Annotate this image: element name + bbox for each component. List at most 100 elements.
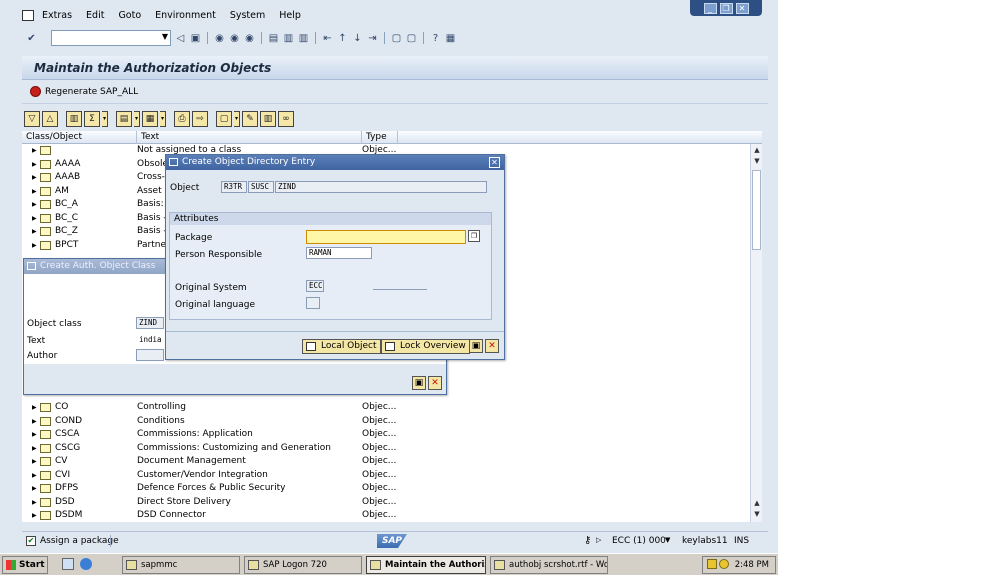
tree-row[interactable]: ▶ CSCG Commissions: Customizing and Genera… — [22, 442, 752, 456]
start-button[interactable]: Start — [2, 556, 48, 574]
expand-triangle-icon[interactable]: ▶ — [32, 401, 37, 415]
expand-triangle-icon[interactable]: ▶ — [32, 144, 37, 158]
cancel-icon[interactable]: ✕ — [428, 376, 442, 390]
assign-package-checkbox[interactable]: ✔ — [26, 536, 36, 546]
expand-triangle-icon[interactable]: ▶ — [32, 225, 37, 239]
chevron-down-icon[interactable]: ▼ — [665, 536, 670, 544]
menu-system[interactable]: System — [230, 10, 265, 21]
object-class-field[interactable]: ZIND — [136, 317, 164, 329]
information-icon[interactable]: ▣ — [469, 339, 483, 353]
menu-extras[interactable]: Extras — [42, 10, 72, 21]
value-help-icon[interactable]: ❐ — [468, 230, 480, 242]
expand-icon[interactable]: ▽ — [24, 111, 40, 127]
tree-row[interactable]: ▶ CVI Customer/Vendor Integration Objec... — [22, 469, 752, 483]
print-icon[interactable]: ⎙ — [174, 111, 190, 127]
show-desktop-icon[interactable] — [62, 558, 74, 570]
menu-help[interactable]: Help — [279, 10, 301, 21]
task-maintain-auth[interactable]: Maintain the Authoriz... — [366, 556, 486, 574]
export-icon[interactable]: ⇨ — [192, 111, 208, 127]
tree-row[interactable]: ▶ DFPS Defence Forces & Public Security Obj… — [22, 482, 752, 496]
save-icon[interactable]: ▣ — [412, 376, 426, 390]
expand-triangle-icon[interactable]: ▶ — [32, 428, 37, 442]
menu-edit[interactable]: Edit — [86, 10, 104, 21]
exit-icon[interactable]: ◉ — [229, 33, 240, 44]
previous-page-icon[interactable]: ↑ — [337, 33, 348, 44]
tree-row[interactable]: ▶ DSD Direct Store Delivery Objec... — [22, 496, 752, 510]
chevron-down-icon[interactable]: ▾ — [234, 111, 240, 127]
chevron-down-icon[interactable]: ▾ — [102, 111, 108, 127]
task-wordpad[interactable]: authobj scrshot.rtf - Wo... — [490, 556, 608, 574]
local-object-button[interactable]: Local Object — [302, 339, 381, 354]
shortcut-icon[interactable]: ▢ — [406, 33, 417, 44]
task-sap-logon[interactable]: SAP Logon 720 — [244, 556, 362, 574]
tree-row[interactable]: ▶ CV Document Management Objec... — [22, 455, 752, 469]
print-icon[interactable]: ▤ — [268, 33, 279, 44]
chevron-down-icon[interactable]: ▾ — [160, 111, 166, 127]
tree-row[interactable]: ▶ COND Conditions Objec... — [22, 415, 752, 429]
expand-triangle-icon[interactable]: ▶ — [32, 185, 37, 199]
tree-row[interactable]: ▶ DSDM DSD Connector Objec... — [22, 509, 752, 522]
vertical-scrollbar[interactable]: ▲ ▼ ▲ ▼ — [750, 144, 762, 522]
expand-triangle-icon[interactable]: ▶ — [32, 198, 37, 212]
last-page-icon[interactable]: ⇥ — [367, 33, 378, 44]
expand-status-icon[interactable]: ▷ — [596, 536, 601, 544]
expand-triangle-icon[interactable]: ▶ — [32, 442, 37, 456]
command-triangle-icon[interactable]: ◁ — [175, 33, 186, 44]
regenerate-button[interactable]: Regenerate SAP_ALL — [45, 87, 138, 97]
close-icon[interactable]: ✕ — [489, 157, 500, 168]
display-glasses-icon[interactable]: ∞ — [278, 111, 294, 127]
sum-icon[interactable]: Σ — [84, 111, 100, 127]
system-menu-icon[interactable] — [22, 9, 34, 21]
enter-check-icon[interactable]: ✔ — [26, 33, 37, 44]
layout-icon[interactable]: ▤ — [116, 111, 132, 127]
scroll-down-icon[interactable]: ▼ — [753, 510, 761, 518]
find-icon[interactable]: ▥ — [283, 33, 294, 44]
expand-triangle-icon[interactable]: ▶ — [32, 482, 37, 496]
cancel-icon[interactable]: ◉ — [244, 33, 255, 44]
warning-icon[interactable] — [719, 559, 729, 569]
column-header-class-object[interactable]: Class/Object — [22, 131, 137, 144]
expand-triangle-icon[interactable]: ▶ — [32, 455, 37, 469]
expand-triangle-icon[interactable]: ▶ — [32, 509, 37, 522]
help-icon[interactable]: ? — [430, 33, 441, 44]
find-next-icon[interactable]: ▥ — [298, 33, 309, 44]
first-page-icon[interactable]: ⇤ — [322, 33, 333, 44]
task-sapmmc[interactable]: sapmmc — [122, 556, 240, 574]
person-responsible-field[interactable]: RAMAN — [306, 247, 372, 259]
scroll-up-icon[interactable]: ▲ — [753, 146, 761, 154]
package-input[interactable] — [306, 230, 466, 244]
expand-triangle-icon[interactable]: ▶ — [32, 239, 37, 253]
create-icon[interactable]: ▢ — [216, 111, 232, 127]
expand-triangle-icon[interactable]: ▶ — [32, 496, 37, 510]
new-session-icon[interactable]: ▢ — [391, 33, 402, 44]
menu-environment[interactable]: Environment — [155, 10, 216, 21]
text-field[interactable]: india a — [136, 334, 164, 346]
expand-triangle-icon[interactable]: ▶ — [32, 415, 37, 429]
menu-goto[interactable]: Goto — [118, 10, 141, 21]
column-header-type[interactable]: Type — [362, 131, 398, 144]
expand-triangle-icon[interactable]: ▶ — [32, 212, 37, 226]
command-field[interactable]: ▼ — [51, 30, 171, 46]
columns-icon[interactable]: ▦ — [142, 111, 158, 127]
tree-row[interactable]: ▶ CSCA Commissions: Application Objec... — [22, 428, 752, 442]
next-page-icon[interactable]: ↓ — [352, 33, 363, 44]
delete-trash-icon[interactable]: ▥ — [260, 111, 276, 127]
back-icon[interactable]: ◉ — [214, 33, 225, 44]
scroll-down-icon[interactable]: ▼ — [753, 157, 761, 165]
collapse-icon[interactable]: △ — [42, 111, 58, 127]
lock-overview-button[interactable]: Lock Overview — [381, 339, 470, 354]
tree-row[interactable]: ▶ CO Controlling Objec... — [22, 401, 752, 415]
find-icon[interactable]: ▥ — [66, 111, 82, 127]
author-field[interactable] — [136, 349, 164, 361]
layout-menu-icon[interactable]: ▦ — [445, 33, 456, 44]
scroll-thumb[interactable] — [752, 170, 761, 250]
expand-triangle-icon[interactable]: ▶ — [32, 469, 37, 483]
scroll-up-icon[interactable]: ▲ — [753, 499, 761, 507]
expand-triangle-icon[interactable]: ▶ — [32, 158, 37, 172]
edit-pencil-icon[interactable]: ✎ — [242, 111, 258, 127]
tray-icon[interactable] — [707, 559, 717, 569]
expand-triangle-icon[interactable]: ▶ — [32, 171, 37, 185]
browser-icon[interactable] — [80, 558, 92, 570]
column-header-text[interactable]: Text — [137, 131, 362, 144]
chevron-down-icon[interactable]: ▾ — [134, 111, 140, 127]
